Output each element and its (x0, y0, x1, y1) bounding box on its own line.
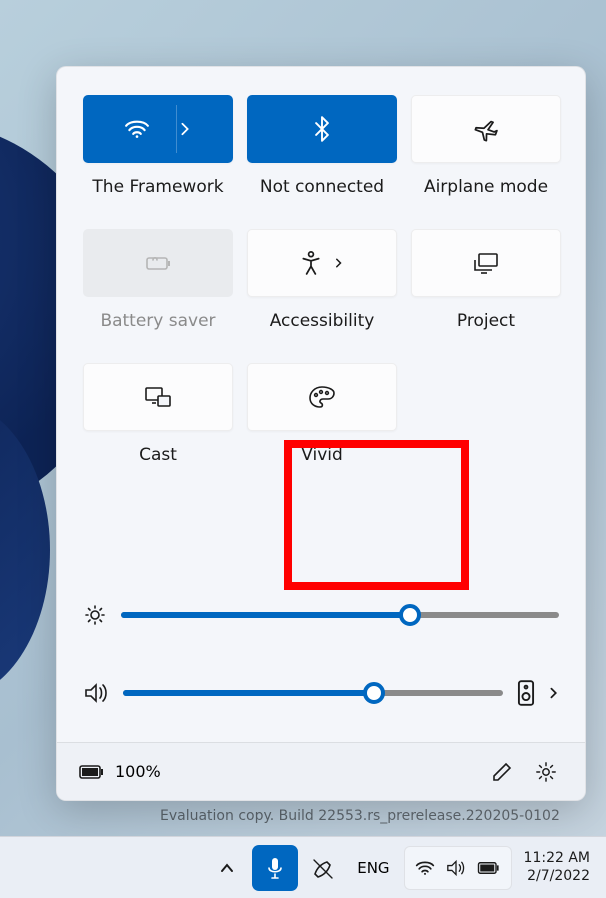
accessibility-tile-label: Accessibility (270, 311, 375, 331)
brightness-icon (83, 603, 107, 627)
battery-saver-tile (83, 229, 233, 297)
airplane-mode-tile[interactable] (411, 95, 561, 163)
bluetooth-tile[interactable] (247, 95, 397, 163)
volume-icon (83, 682, 109, 704)
split-divider (176, 105, 177, 153)
battery-saver-tile-label: Battery saver (100, 311, 215, 331)
clock-date: 2/7/2022 (527, 868, 590, 886)
language-text: ENG (357, 859, 389, 877)
wifi-icon (415, 860, 435, 876)
cast-icon (144, 386, 172, 408)
accessibility-icon (300, 251, 322, 275)
microphone-button[interactable] (253, 846, 297, 890)
project-tile[interactable] (411, 229, 561, 297)
pen-button[interactable] (301, 846, 345, 890)
brightness-slider-row (83, 590, 559, 640)
pencil-icon (491, 761, 513, 783)
wifi-tile-label: The Framework (92, 177, 223, 197)
bluetooth-icon (314, 116, 330, 142)
build-watermark: Evaluation copy. Build 22553.rs_prerelea… (160, 808, 560, 824)
battery-icon (477, 861, 501, 875)
battery-text: 100% (115, 762, 161, 781)
battery-icon[interactable] (79, 764, 105, 780)
airplane-icon (473, 116, 499, 142)
volume-icon (445, 859, 467, 877)
volume-slider-row (83, 668, 559, 718)
vivid-tile[interactable] (247, 363, 397, 431)
chevron-right-icon[interactable] (178, 122, 192, 136)
quick-settings-panel: The Framework Not connected Airplane mod… (56, 66, 586, 801)
project-icon (472, 252, 500, 274)
clock-button[interactable]: 11:22 AM 2/7/2022 (518, 850, 596, 885)
chevron-right-icon[interactable] (549, 686, 559, 700)
airplane-mode-tile-label: Airplane mode (424, 177, 548, 197)
project-tile-label: Project (457, 311, 515, 331)
cast-tile[interactable] (83, 363, 233, 431)
audio-output-icon[interactable] (517, 680, 535, 706)
accessibility-tile[interactable] (247, 229, 397, 297)
tiles-area: The Framework Not connected Airplane mod… (57, 67, 585, 580)
language-button[interactable]: ENG (349, 846, 397, 890)
bluetooth-tile-label: Not connected (260, 177, 384, 197)
volume-slider[interactable] (123, 690, 503, 696)
sliders-area (57, 580, 585, 742)
taskbar: ENG 11:22 AM 2/7/2022 (0, 836, 606, 898)
palette-icon (308, 385, 336, 409)
edit-quick-settings-button[interactable] (485, 755, 519, 789)
brightness-slider[interactable] (121, 612, 559, 618)
settings-button[interactable] (529, 755, 563, 789)
tray-overflow-button[interactable] (205, 846, 249, 890)
panel-footer: 100% (57, 742, 585, 800)
clock-time: 11:22 AM (524, 850, 590, 868)
cast-tile-label: Cast (139, 445, 177, 465)
chevron-right-icon[interactable] (334, 257, 344, 269)
battery-saver-icon (143, 253, 173, 273)
system-tray[interactable] (404, 846, 512, 890)
wifi-icon (124, 119, 150, 139)
gear-icon (535, 761, 557, 783)
vivid-tile-label: Vivid (301, 445, 343, 465)
wifi-tile[interactable] (83, 95, 233, 163)
